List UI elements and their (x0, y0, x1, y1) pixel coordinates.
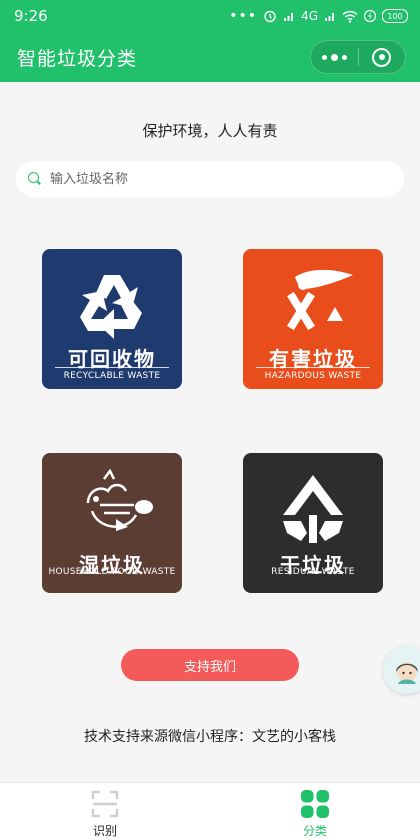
search-icon (28, 172, 42, 186)
miniprogram-capsule (310, 40, 406, 74)
more-dot-icon (322, 54, 327, 60)
credit-text: 技术支持来源微信小程序：文艺的小客栈 (84, 729, 336, 745)
support-us-button[interactable]: 支持我们 (121, 649, 299, 681)
girl-avatar-icon (396, 662, 418, 684)
battery-level: 100 (387, 11, 403, 21)
customer-service-avatar[interactable] (383, 646, 420, 694)
app-header: 智能垃圾分类 (0, 32, 420, 82)
scan-icon (91, 790, 119, 818)
category-card-residual[interactable]: 干垃圾 RESIDUAL WASTE (243, 453, 383, 593)
grid-icon (301, 790, 329, 818)
alarm-icon (264, 10, 276, 23)
close-miniprogram-button[interactable] (359, 41, 405, 73)
residual-waste-icon (283, 475, 343, 543)
recycle-icon (80, 275, 142, 339)
category-card-recyclable[interactable]: 可回收物 RECYCLABLE WASTE (42, 249, 182, 389)
signal-icon (325, 13, 334, 21)
more-options-button[interactable] (311, 41, 358, 73)
signal-icon (284, 13, 294, 21)
tab-recognize[interactable]: 识别 (0, 783, 210, 840)
search-input[interactable] (50, 171, 370, 187)
tab-bar: 识别 分类 (0, 782, 420, 840)
more-notifications-icon: ••• (229, 8, 258, 24)
category-subtitle: RESIDUAL WASTE (271, 567, 355, 577)
status-bar: 9:26 ••• 4G 100 (0, 0, 420, 32)
tab-classify[interactable]: 分类 (210, 783, 420, 840)
search-bar[interactable] (16, 161, 404, 197)
category-subtitle: HAZARDOUS WASTE (243, 367, 383, 381)
category-subtitle: RECYCLABLE WASTE (42, 367, 182, 381)
status-time: 9:26 (14, 7, 48, 25)
wifi-icon (342, 10, 358, 23)
slogan-text: 保护环境，人人有责 (142, 122, 278, 140)
battery-icon: 100 (382, 9, 408, 23)
category-card-hazardous[interactable]: 有害垃圾 HAZARDOUS WASTE (243, 249, 383, 389)
tab-label: 分类 (302, 824, 327, 838)
target-circle-icon (372, 47, 392, 67)
network-label: 4G (301, 9, 318, 23)
category-subtitle: HOUSEHOLD FOOD WASTE (48, 567, 176, 577)
status-icons: ••• 4G 100 (229, 8, 408, 24)
food-waste-icon (86, 468, 153, 531)
charging-icon (364, 9, 376, 23)
more-dot-icon (331, 53, 338, 61)
tab-label: 识别 (92, 824, 117, 838)
more-dot-icon (342, 54, 347, 60)
page-title: 智能垃圾分类 (17, 47, 138, 70)
category-card-food[interactable]: 湿垃圾 HOUSEHOLD FOOD WASTE (42, 453, 182, 593)
hazard-icon (287, 269, 353, 331)
